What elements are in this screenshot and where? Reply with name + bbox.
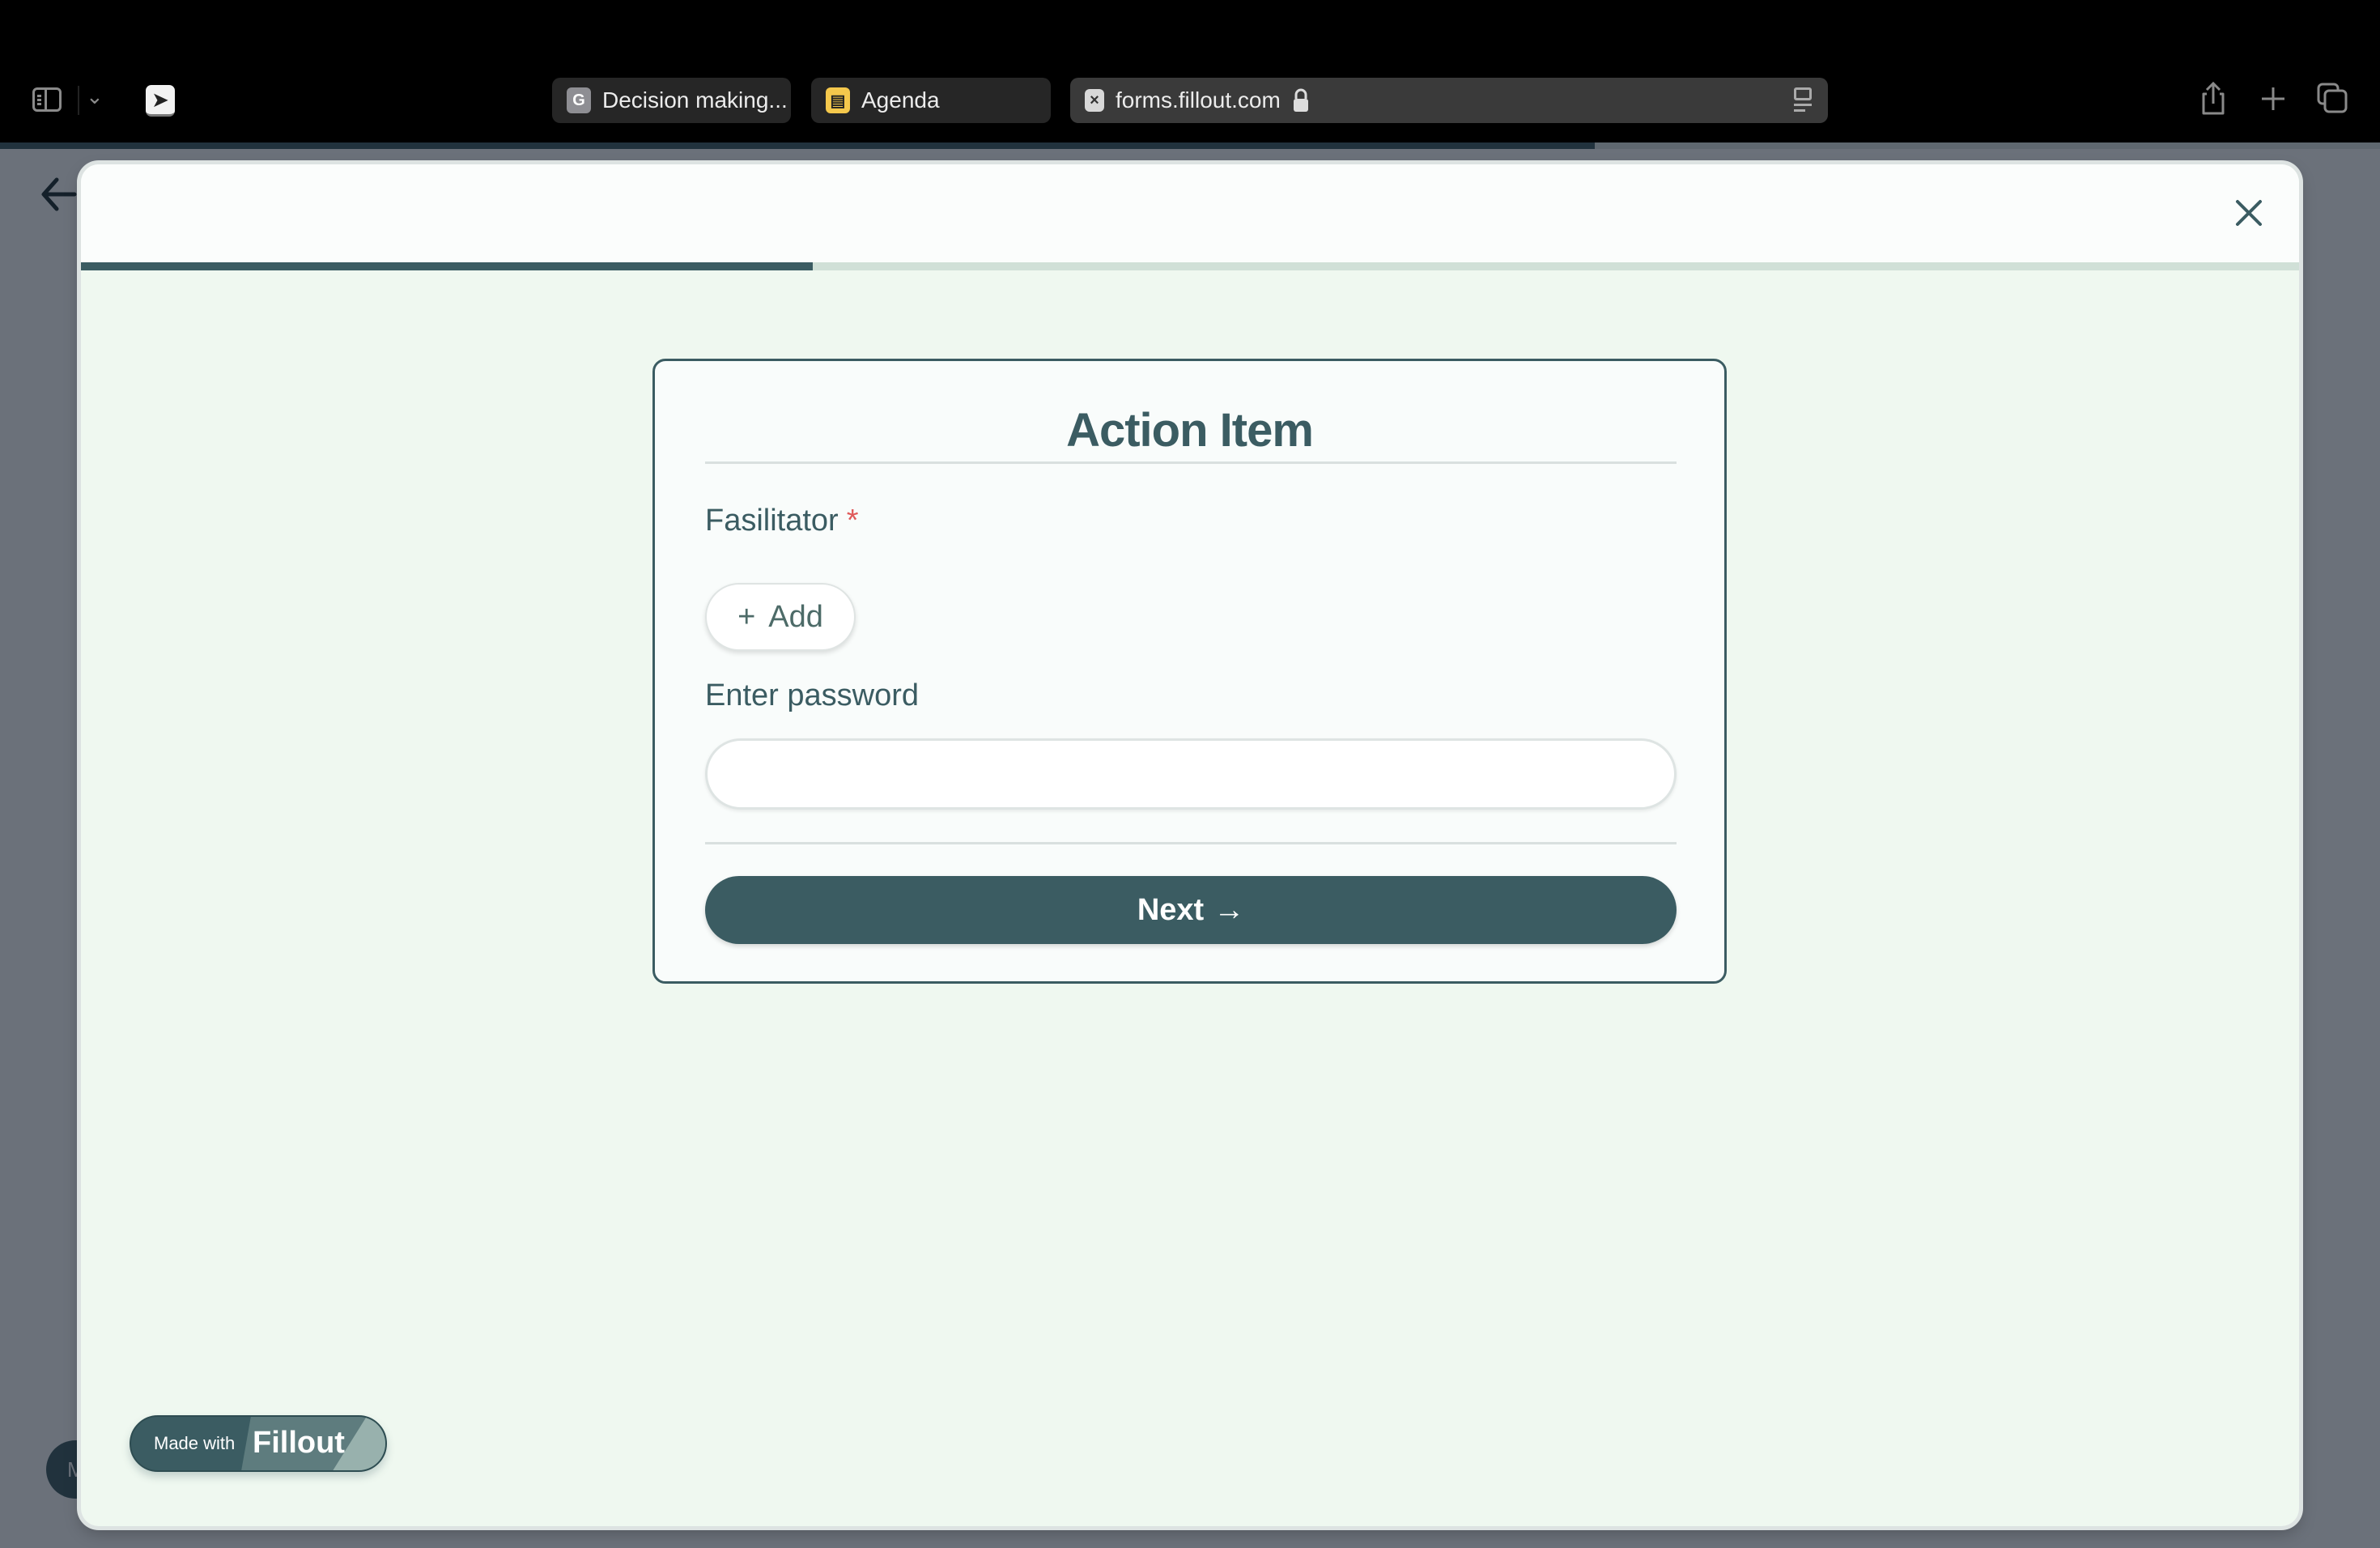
tab-forms-fillout[interactable]: × forms.fillout.com <box>1070 78 1828 123</box>
plus-icon: + <box>737 599 756 634</box>
next-button[interactable]: Next → <box>705 876 1677 944</box>
add-button-label: Add <box>768 599 823 634</box>
page-load-fill <box>0 142 1595 149</box>
chevron-down-icon[interactable]: ⌄ <box>86 84 104 109</box>
form-title: Action Item <box>1066 404 1314 457</box>
badge-prefix: Made with <box>154 1433 236 1453</box>
agenda-doc-icon: ▤ <box>826 87 850 113</box>
lock-icon <box>1293 88 1308 112</box>
form-card: Action Item Fasilitator * + Add Enter pas… <box>652 359 1727 984</box>
next-button-label: Next <box>1137 892 1205 927</box>
required-asterisk: * <box>846 504 859 538</box>
close-icon[interactable] <box>2231 195 2267 231</box>
address-url[interactable]: forms.fillout.com <box>1116 87 1281 113</box>
modal-header <box>81 164 2299 262</box>
page-load-bar <box>0 142 2380 149</box>
tab-agenda[interactable]: ▤ Agenda <box>811 78 1051 123</box>
add-fasilitator-button[interactable]: + Add <box>705 583 856 651</box>
browser-toolbar: ⌄ ➤ G Decision making... ▤ Agenda × form… <box>0 0 2380 142</box>
share-icon[interactable] <box>2195 81 2231 117</box>
google-g-icon: G <box>567 87 591 113</box>
form-progress-bar <box>81 262 2299 270</box>
reader-icon[interactable] <box>1794 87 1813 112</box>
form-progress-fill <box>81 262 814 270</box>
form-modal: Action Item Fasilitator * + Add Enter pas… <box>81 164 2299 1526</box>
title-divider <box>705 461 1677 464</box>
tab-label: Agenda <box>861 87 940 113</box>
paper-plane-extension-icon[interactable]: ➤ <box>146 85 175 117</box>
password-input[interactable] <box>705 738 1677 810</box>
tab-label: Decision making... <box>602 87 788 113</box>
arrow-left-icon[interactable] <box>39 172 79 217</box>
fillout-x-icon: × <box>1085 89 1104 112</box>
new-tab-icon[interactable] <box>2255 81 2291 117</box>
made-with-fillout-badge[interactable]: Made with Fillout <box>130 1415 387 1472</box>
fasilitator-label-text: Fasilitator <box>705 504 839 538</box>
fillout-logo-text: Fillout <box>253 1426 345 1460</box>
tab-overview-icon[interactable] <box>2315 81 2351 117</box>
tab-decision-making[interactable]: G Decision making... <box>552 78 791 123</box>
arrow-right-icon: → <box>1213 892 1245 927</box>
password-label: Enter password <box>705 678 920 712</box>
toolbar-separator <box>78 86 79 115</box>
footer-divider <box>705 842 1677 844</box>
fasilitator-label: Fasilitator * <box>705 504 859 538</box>
sidebar-icon[interactable] <box>32 87 62 112</box>
